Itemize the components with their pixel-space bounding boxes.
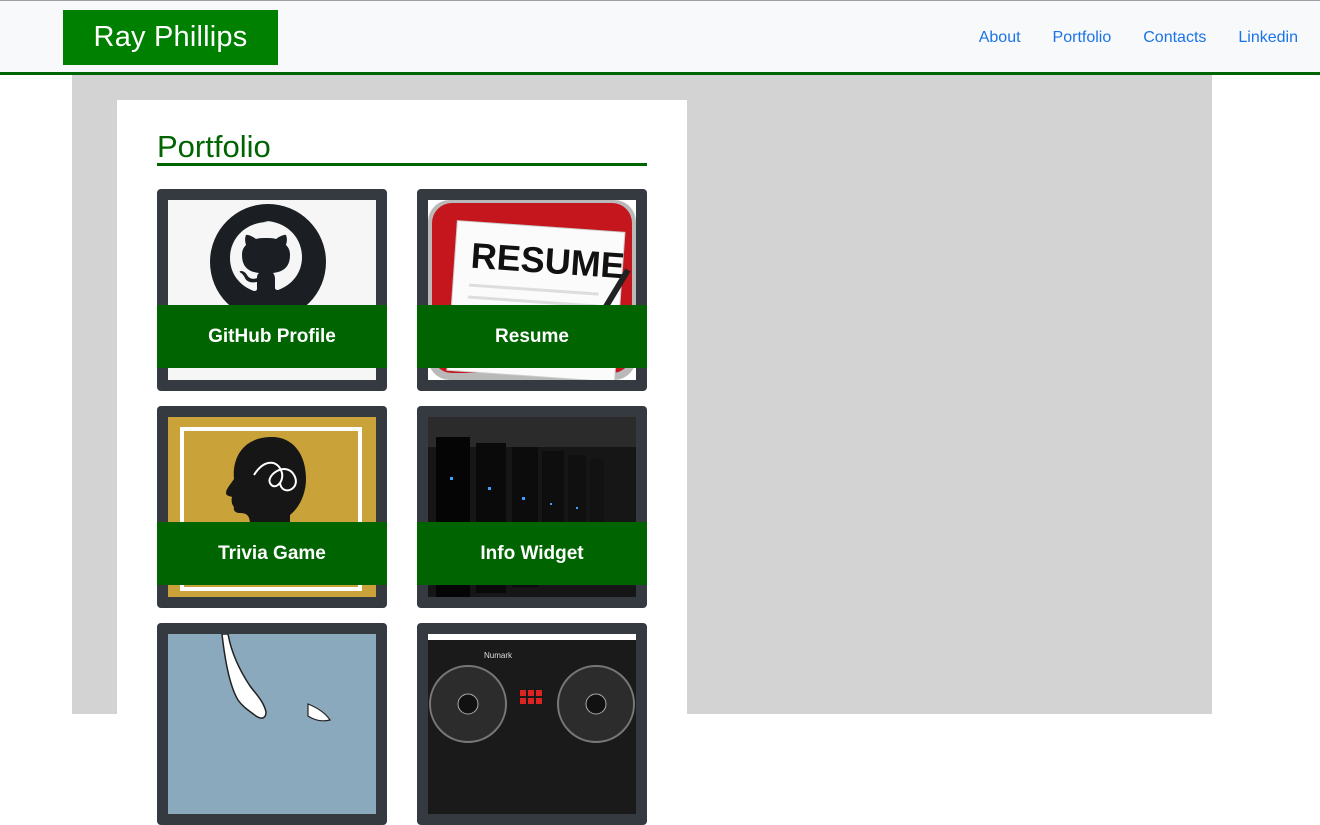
nav-links: About Portfolio Contacts Linkedin <box>979 1 1298 74</box>
portfolio-card-resume[interactable]: RESUME Resume <box>417 189 647 391</box>
page-title: Portfolio <box>157 128 647 166</box>
hand-illustration-image <box>168 634 376 814</box>
card-label: Info Widget <box>417 522 647 585</box>
nav-link-linkedin[interactable]: Linkedin <box>1238 29 1298 47</box>
portfolio-card-5[interactable] <box>157 623 387 825</box>
portfolio-card-trivia[interactable]: Trivia Game <box>157 406 387 608</box>
nav-link-contacts[interactable]: Contacts <box>1143 29 1206 47</box>
page-background: Portfolio GitHub Profile RESUME Resume T… <box>72 75 1212 825</box>
brand-logo[interactable]: Ray Phillips <box>63 10 278 65</box>
card-label: Trivia Game <box>157 522 387 585</box>
dj-controller-image: Numark <box>428 634 636 814</box>
portfolio-card-github[interactable]: GitHub Profile <box>157 189 387 391</box>
card-label: GitHub Profile <box>157 305 387 368</box>
portfolio-panel: Portfolio GitHub Profile RESUME Resume T… <box>117 100 687 825</box>
portfolio-card-6[interactable]: Numark <box>417 623 647 825</box>
card-label: Resume <box>417 305 647 368</box>
nav-link-portfolio[interactable]: Portfolio <box>1053 29 1112 47</box>
navbar: Ray Phillips About Portfolio Contacts Li… <box>0 0 1320 75</box>
dj-image-text: Numark <box>484 651 513 660</box>
nav-link-about[interactable]: About <box>979 29 1021 47</box>
portfolio-card-info-widget[interactable]: Info Widget <box>417 406 647 608</box>
